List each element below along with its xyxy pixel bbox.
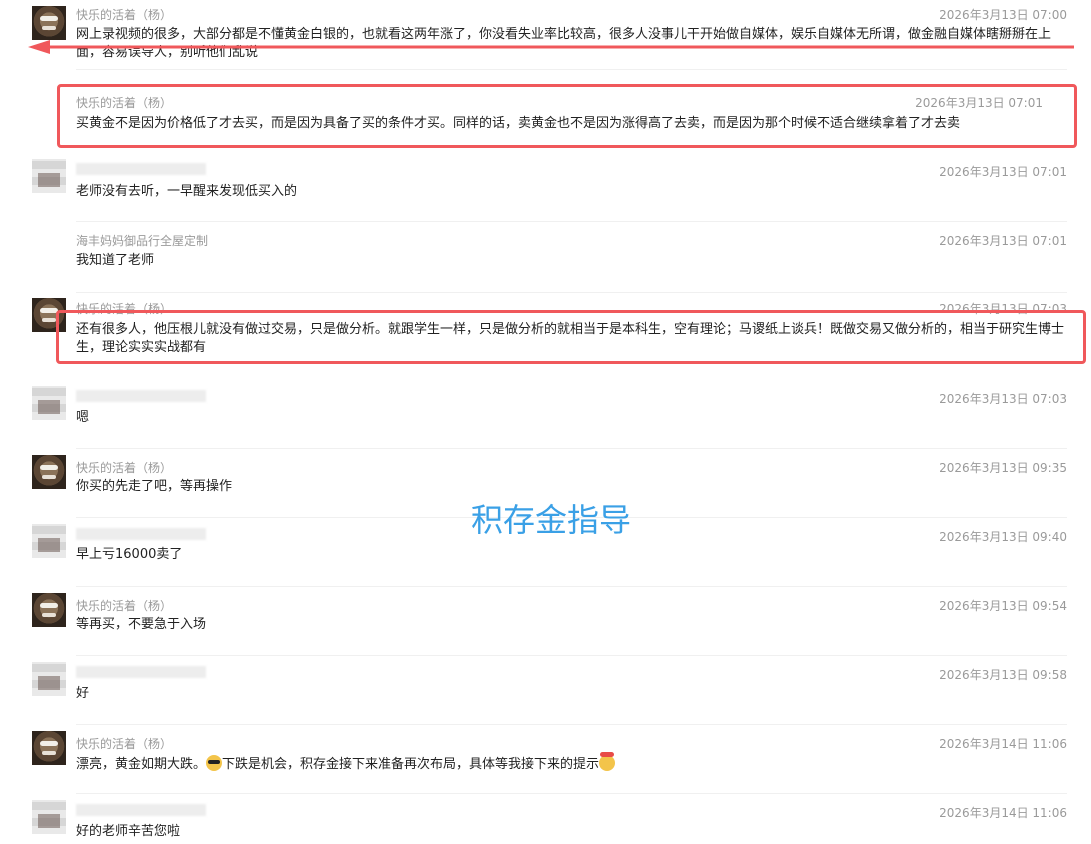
message-item: 快乐的活着（杨） 2026年3月13日 09:54 等再买，不要急于入场 [0,587,1091,656]
sender-name [76,666,206,678]
avatar[interactable] [32,455,66,489]
message-text: 嗯 [76,410,90,425]
message-text-part: 下跌是机会，积存金接下来准备再次布局，具体等我接下来的提示 [222,757,600,772]
sender-name: 快乐的活着（杨） [76,737,173,751]
message-text: 你买的先走了吧，等再操作 [76,479,233,494]
message-timestamp: 2026年3月14日 11:06 [939,737,1067,751]
sender-name [76,528,206,540]
message-item: 2026年3月13日 07:01 老师没有去听，一早醒来发现低买入的 [0,153,1091,222]
sender-name [76,163,206,175]
message-text: 老师没有去听，一早醒来发现低买入的 [76,184,298,199]
red-arrow-annotation [28,40,1074,54]
message-item: 2026年3月13日 07:03 嗯 [0,380,1091,449]
message-item: 快乐的活着（杨） 2026年3月13日 07:00 网上录视频的很多，大部分都是… [0,0,1091,70]
message-text: 早上亏16000卖了 [76,547,183,562]
sender-name: 快乐的活着（杨） [76,8,173,22]
message-timestamp: 2026年3月13日 09:40 [939,530,1067,544]
message-text: 我知道了老师 [76,253,155,268]
message-item: 2026年3月14日 11:06 好的老师辛苦您啦 [0,794,1091,844]
sender-name [76,804,206,816]
face-with-headband-emoji-icon [599,752,616,771]
message-text: 漂亮，黄金如期大跌。 下跌是机会，积存金接下来准备再次布局，具体等我接下来的提示 [76,752,1067,774]
message-text: 等再买，不要急于入场 [76,617,207,632]
divider [76,69,1067,70]
message-timestamp: 2026年3月13日 07:01 [939,234,1067,248]
sender-name: 海丰妈妈御品行全屋定制 [76,234,209,248]
message-timestamp: 2026年3月13日 09:58 [939,668,1067,682]
message-timestamp: 2026年3月13日 07:01 [939,165,1067,179]
sender-name: 快乐的活着（杨） [76,461,173,475]
message-timestamp: 2026年3月13日 09:54 [939,599,1067,613]
message-text: 好 [76,686,90,701]
message-text: 好的老师辛苦您啦 [76,824,181,839]
message-item: 2026年3月13日 09:58 好 [0,656,1091,725]
avatar[interactable] [32,524,66,558]
sunglasses-emoji-icon [206,755,223,771]
sender-name [76,390,206,402]
message-item: 快乐的活着（杨） 2026年3月14日 11:06 漂亮，黄金如期大跌。 下跌是机… [0,725,1091,794]
avatar[interactable] [32,731,66,765]
message-text-part: 漂亮，黄金如期大跌。 [76,757,207,772]
highlight-box [57,84,1077,148]
highlight-box [56,310,1086,364]
message-item: 2026年3月13日 09:40 早上亏16000卖了 [0,518,1091,587]
message-item: 海丰妈妈御品行全屋定制 2026年3月13日 07:01 我知道了老师 [0,222,1091,293]
avatar[interactable] [32,386,66,420]
message-timestamp: 2026年3月13日 07:00 [939,8,1067,22]
avatar[interactable] [32,159,66,193]
avatar[interactable] [32,800,66,834]
message-timestamp: 2026年3月13日 07:03 [939,392,1067,406]
message-timestamp: 2026年3月14日 11:06 [939,806,1067,820]
avatar[interactable] [32,6,66,40]
sender-name: 快乐的活着（杨） [76,599,173,613]
message-timestamp: 2026年3月13日 09:35 [939,461,1067,475]
avatar[interactable] [32,593,66,627]
avatar[interactable] [32,662,66,696]
